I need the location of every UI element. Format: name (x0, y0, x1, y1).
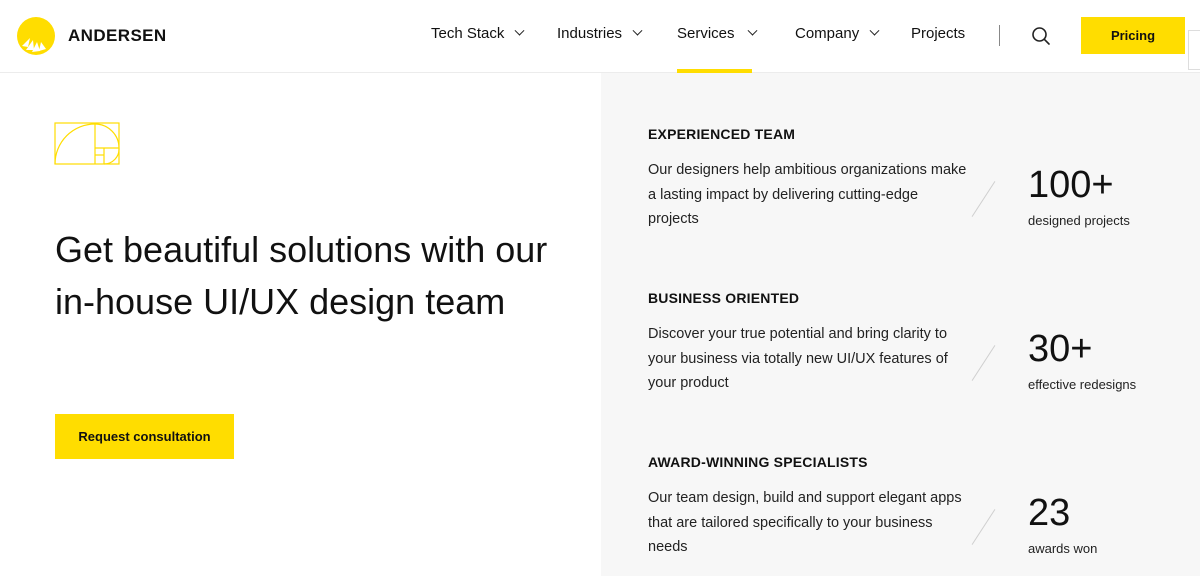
stat-value: 23 (1028, 492, 1071, 534)
nav-item-company[interactable]: Company (795, 25, 880, 42)
nav-item-label: Services (677, 25, 735, 42)
feature-title: EXPERIENCED TEAM (648, 126, 796, 142)
brand-name: ANDERSEN (68, 26, 167, 45)
feature-divider (971, 181, 996, 217)
feature-divider (971, 345, 996, 381)
chevron-down-icon (747, 25, 757, 36)
chevron-down-icon (632, 25, 643, 36)
request-consultation-button[interactable]: Request consultation (55, 414, 234, 459)
chevron-down-icon (514, 25, 525, 36)
nav-item-label: Tech Stack (431, 25, 505, 42)
feature-title: AWARD-WINNING SPECIALISTS (648, 454, 868, 470)
search-icon (1032, 27, 1050, 45)
pricing-button[interactable]: Pricing (1081, 17, 1185, 54)
feature-title: BUSINESS ORIENTED (648, 290, 800, 306)
feature-description: Our team design, build and support elega… (648, 490, 962, 555)
nav-item-label: Projects (911, 25, 966, 42)
side-widget-tab[interactable] (1188, 30, 1200, 70)
search-button[interactable] (1030, 25, 1052, 47)
feature-item-award-winning-specialists: AWARD-WINNING SPECIALISTS Our team desig… (648, 454, 1188, 556)
nav-item-services[interactable]: Services (677, 25, 757, 42)
nav-item-projects[interactable]: Projects (911, 25, 965, 42)
nav-item-industries[interactable]: Industries (557, 25, 643, 42)
golden-ratio-icon (54, 122, 120, 165)
page-title: Get beautiful solutions with our in-hous… (55, 229, 548, 322)
feature-item-experienced-team: EXPERIENCED TEAM Our designers help ambi… (648, 126, 1188, 228)
active-nav-indicator (677, 69, 752, 73)
stat-label: designed projects (1028, 213, 1130, 228)
site-header: ANDERSEN Tech Stack Industries Services … (0, 0, 1200, 73)
stat-label: awards won (1028, 541, 1098, 556)
nav-item-label: Company (795, 25, 860, 42)
brand-logo[interactable]: ANDERSEN (16, 16, 167, 56)
stat-value: 30+ (1028, 328, 1093, 370)
feature-item-business-oriented: BUSINESS ORIENTED Discover your true pot… (648, 290, 1188, 392)
nav-item-tech-stack[interactable]: Tech Stack (431, 25, 525, 42)
nav-item-label: Industries (557, 25, 623, 42)
feature-divider (971, 509, 996, 545)
chevron-down-icon (869, 25, 880, 36)
nav-divider (999, 25, 1000, 46)
andersen-logo-icon (17, 17, 55, 55)
feature-description: Discover your true potential and bring c… (648, 326, 948, 391)
stat-label: effective redesigns (1028, 377, 1137, 392)
features-panel: EXPERIENCED TEAM Our designers help ambi… (601, 73, 1200, 576)
feature-description: Our designers help ambitious organizatio… (648, 162, 967, 227)
stat-value: 100+ (1028, 164, 1114, 206)
